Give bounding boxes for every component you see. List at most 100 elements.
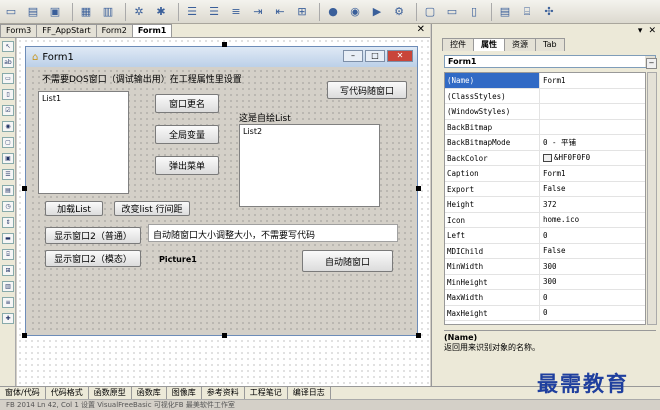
button-tool-icon[interactable]: ▭ <box>2 73 14 84</box>
record-icon[interactable]: ● <box>324 3 342 21</box>
resize-handle-left[interactable] <box>22 186 27 191</box>
checkbox-tool-icon[interactable]: ☑ <box>2 105 14 116</box>
resize-handle-bottom-left[interactable] <box>22 333 27 338</box>
tab-form2[interactable]: Form2 <box>95 24 133 37</box>
property-row[interactable]: (Name) Form1 <box>445 73 645 89</box>
property-row[interactable]: (WindowStyles) <box>445 104 645 120</box>
align-left-icon[interactable]: ☰ <box>183 3 201 21</box>
tab-properties[interactable]: 属性 <box>473 38 505 51</box>
property-value[interactable]: 300 <box>540 277 557 286</box>
resize-handle-top[interactable] <box>222 42 227 47</box>
bottom-tab[interactable]: 编译日志 <box>288 387 331 399</box>
timer-tool-icon[interactable]: ◷ <box>2 201 14 212</box>
property-value[interactable]: Form1 <box>540 169 566 178</box>
layout-icon[interactable]: ⊞ <box>293 3 311 21</box>
list-tool-icon[interactable]: ☰ <box>2 169 14 180</box>
property-grid[interactable]: (Name) Form1 (ClassStyles) (WindowStyles) Ba… <box>444 72 646 325</box>
outdent-icon[interactable]: ⇤ <box>271 3 289 21</box>
collapse-icon[interactable]: − <box>646 58 657 69</box>
save-all-icon[interactable]: ▦ <box>77 3 95 21</box>
tab-form3[interactable]: Form3 <box>0 24 38 37</box>
pointer-tool-icon[interactable]: ↖ <box>2 41 14 52</box>
align-right-icon[interactable]: ☰ <box>205 3 223 21</box>
progress-tool-icon[interactable]: ▬ <box>2 233 14 244</box>
open-icon[interactable]: ▤ <box>24 3 42 21</box>
align-center-icon[interactable]: ≡ <box>227 3 245 21</box>
tools-icon[interactable]: ✣ <box>540 3 558 21</box>
form-client-area[interactable]: 不需要DOS窗口（调试输出用）在工程属性里设置 写代码随窗口 List1 窗口更… <box>30 68 413 331</box>
label-tool-icon[interactable]: ab <box>2 57 14 68</box>
property-row[interactable]: Caption Form1 <box>445 166 645 182</box>
settings-icon[interactable]: ⚙ <box>390 3 408 21</box>
property-row[interactable]: MinWidth 300 <box>445 259 645 275</box>
rename-window-button[interactable]: 窗口更名 <box>155 94 219 113</box>
bottom-tab[interactable]: 图像库 <box>167 387 202 399</box>
resize-handle-bottom[interactable] <box>222 333 227 338</box>
dialog-icon[interactable]: ▭ <box>443 3 461 21</box>
bottom-tab[interactable]: 函数库 <box>132 387 167 399</box>
bottom-tab[interactable]: 函数原型 <box>89 387 132 399</box>
list1-listbox[interactable]: List1 <box>38 91 129 194</box>
auto-follow-window-button[interactable]: 自动随窗口 <box>302 250 393 272</box>
close-tab-icon[interactable]: ✕ <box>417 24 425 35</box>
print-icon[interactable]: ▥ <box>99 3 117 21</box>
more-tool-icon[interactable]: ✚ <box>2 313 14 324</box>
list2-listbox[interactable]: List2 <box>239 124 380 207</box>
bottom-tab[interactable]: 窗体/代码 <box>0 387 46 399</box>
property-value[interactable]: False <box>540 246 566 255</box>
property-value[interactable]: 0 <box>540 293 548 302</box>
property-row[interactable]: Left 0 <box>445 228 645 244</box>
close-icon[interactable]: ✕ <box>387 50 413 62</box>
book-icon[interactable]: ▤ <box>496 3 514 21</box>
textbox-tool-icon[interactable]: ▯ <box>2 89 14 100</box>
frame-tool-icon[interactable]: ▢ <box>2 137 14 148</box>
property-value[interactable]: 0 - 平铺 <box>540 137 576 148</box>
show-window2-normal-button[interactable]: 显示窗口2（普通） <box>45 227 141 244</box>
indent-icon[interactable]: ⇥ <box>249 3 267 21</box>
resize-handle-bottom-right[interactable] <box>416 333 421 338</box>
show-window2-modal-button[interactable]: 显示窗口2（模态） <box>45 250 141 267</box>
form-titlebar[interactable]: ⌂ Form1 – □ ✕ <box>26 47 417 67</box>
tree-icon[interactable]: ⌸ <box>518 3 536 21</box>
minimize-icon[interactable]: – <box>343 50 363 62</box>
tab-ff-appstart[interactable]: FF_AppStart <box>36 24 97 37</box>
property-row[interactable]: BackColor &HF0F0F0 <box>445 150 645 166</box>
property-row[interactable]: MDIChild False <box>445 243 645 259</box>
property-value[interactable]: home.ico <box>540 215 579 224</box>
resize-handle-right[interactable] <box>416 186 421 191</box>
tab-controls[interactable]: 控件 <box>442 38 474 51</box>
change-list-spacing-button[interactable]: 改变list 行间距 <box>114 201 190 216</box>
popup-menu-button[interactable]: 弹出菜单 <box>155 156 219 175</box>
maximize-icon[interactable]: □ <box>365 50 385 62</box>
combo-tool-icon[interactable]: ▤ <box>2 185 14 196</box>
play-icon[interactable]: ▶ <box>368 3 386 21</box>
property-value[interactable]: 300 <box>540 262 557 271</box>
save-icon[interactable]: ▣ <box>46 3 64 21</box>
property-row[interactable]: (ClassStyles) <box>445 88 645 104</box>
property-row[interactable]: MaxWidth 0 <box>445 290 645 306</box>
scroll-tool-icon[interactable]: ⇕ <box>2 217 14 228</box>
property-row[interactable]: BackBitmap <box>445 119 645 135</box>
property-row[interactable]: Height 372 <box>445 197 645 213</box>
stop-icon[interactable]: ◉ <box>346 3 364 21</box>
form1-window[interactable]: ⌂ Form1 – □ ✕ 不需要DOS窗口（调试输出用）在工程属性里设置 写代… <box>25 46 418 336</box>
auto-resize-textbox[interactable]: 自动随窗口大小调整大小，不需要写代码 <box>148 224 398 242</box>
menu-tool-icon[interactable]: ≡ <box>2 297 14 308</box>
new-icon[interactable]: ▭ <box>2 3 20 21</box>
run-icon[interactable]: ✲ <box>130 3 148 21</box>
window-icon[interactable]: ▢ <box>421 3 439 21</box>
bottom-tab[interactable]: 代码格式 <box>46 387 89 399</box>
tab-tab[interactable]: Tab <box>535 38 565 51</box>
property-row[interactable]: Export False <box>445 181 645 197</box>
global-variable-button[interactable]: 全局变量 <box>155 125 219 144</box>
property-value[interactable]: False <box>540 184 566 193</box>
radio-tool-icon[interactable]: ◉ <box>2 121 14 132</box>
property-row[interactable]: MaxHeight 0 <box>445 305 645 321</box>
property-value[interactable]: &HF0F0F0 <box>540 153 590 162</box>
grid-tool-icon[interactable]: ⊞ <box>2 265 14 276</box>
tab-tool-icon[interactable]: ▥ <box>2 281 14 292</box>
property-grid-scrollbar[interactable] <box>647 72 657 325</box>
bottom-tab[interactable]: 参考资料 <box>202 387 245 399</box>
property-value[interactable]: Form1 <box>540 76 566 85</box>
object-selector[interactable]: Form1 ▼ <box>444 55 656 68</box>
